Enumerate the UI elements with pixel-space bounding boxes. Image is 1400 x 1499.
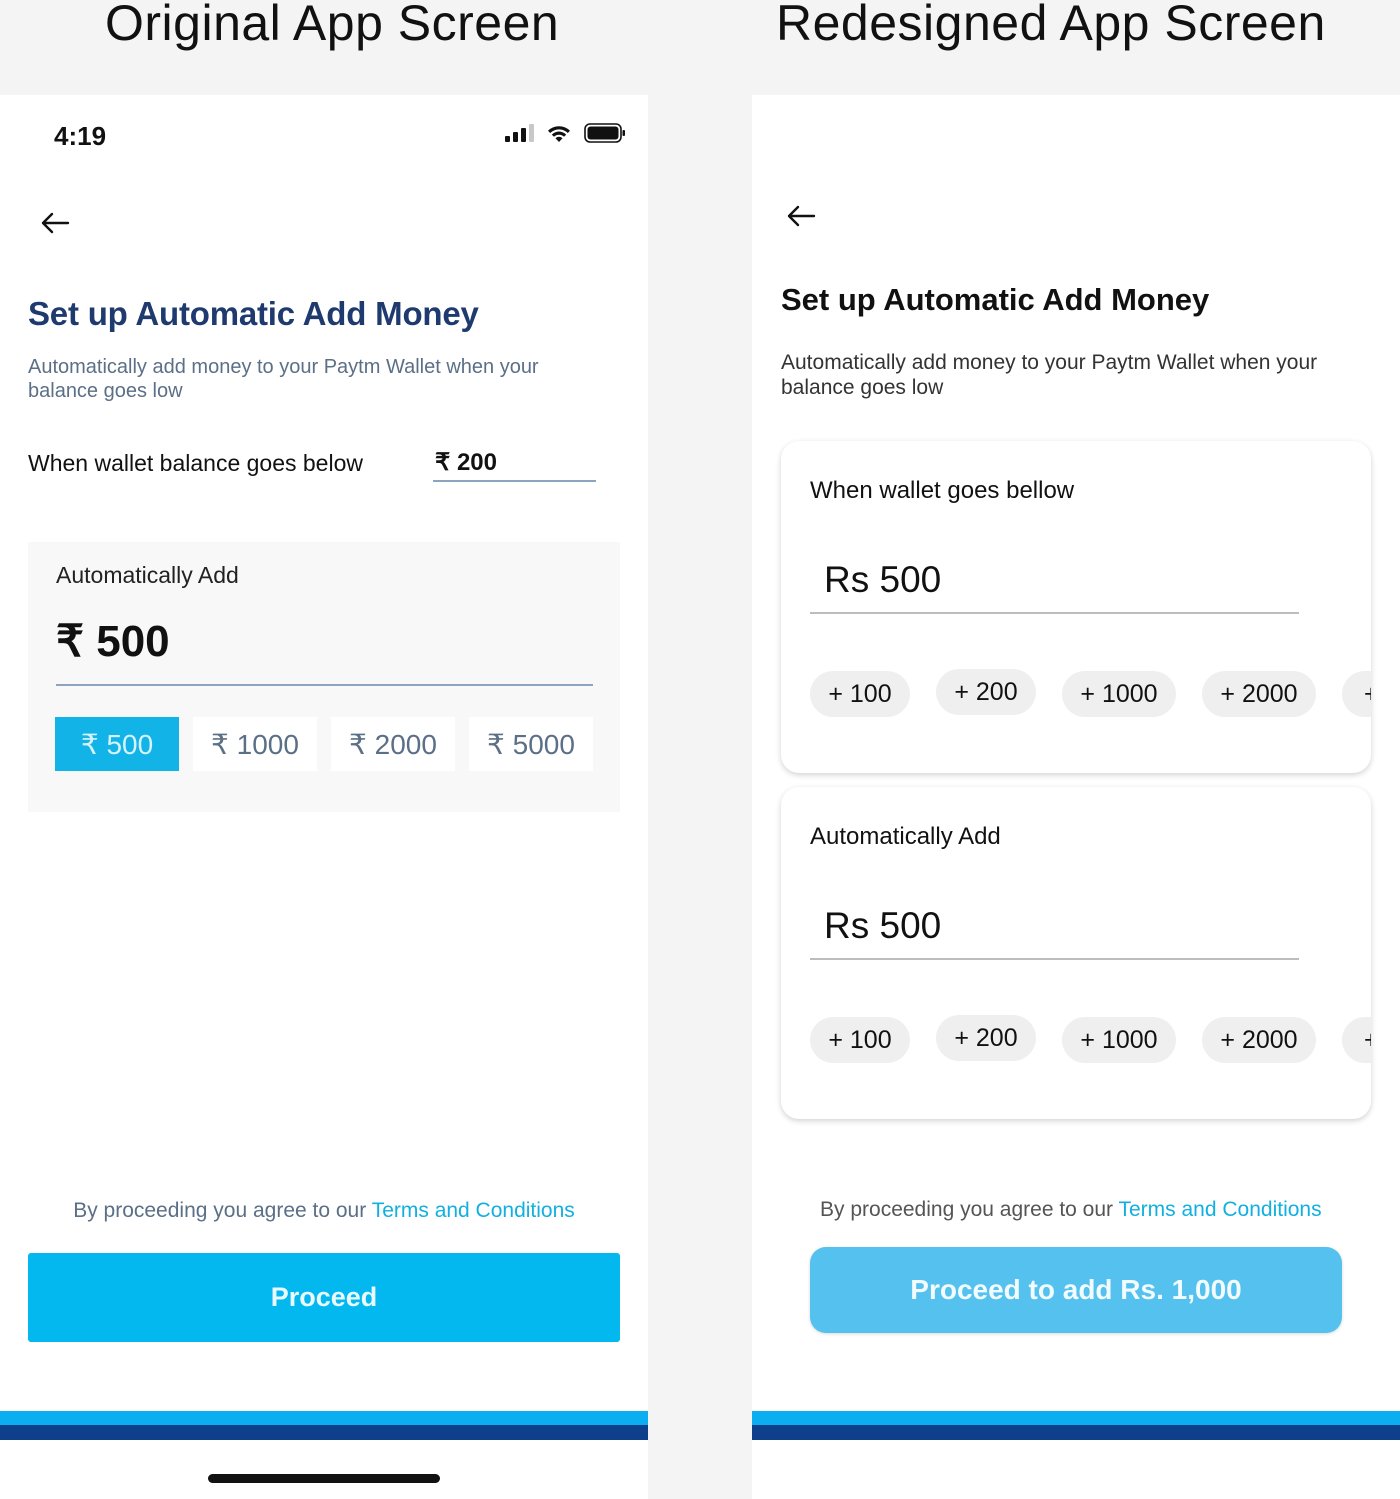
- increment-chip-more[interactable]: +: [1342, 671, 1371, 717]
- auto-add-label: Automatically Add: [56, 562, 239, 588]
- page-title: Set up Automatic Add Money: [28, 295, 479, 332]
- amount-chip-500[interactable]: ₹ 500: [55, 717, 179, 771]
- amount-chip-2000[interactable]: ₹ 2000: [331, 717, 455, 771]
- amount-chip-1000[interactable]: ₹ 1000: [193, 717, 317, 771]
- terms-text: By proceeding you agree to our Terms and…: [0, 1199, 648, 1223]
- wifi-icon: [548, 126, 570, 142]
- threshold-input[interactable]: Rs 500: [810, 559, 1299, 614]
- back-button[interactable]: [784, 201, 818, 231]
- amount-chips: ₹ 500 ₹ 1000 ₹ 2000 ₹ 5000: [55, 717, 593, 771]
- threshold-input[interactable]: ₹ 200: [433, 442, 596, 482]
- back-button[interactable]: [38, 208, 72, 238]
- back-arrow-icon: [41, 212, 70, 234]
- threshold-card: When wallet goes bellow Rs 500 + 100 + 2…: [781, 441, 1371, 773]
- auto-add-panel: Automatically Add ₹ 500 ₹ 500 ₹ 1000 ₹ 2…: [28, 542, 620, 812]
- increment-chip-200[interactable]: + 200: [936, 1015, 1036, 1061]
- increment-chip-200[interactable]: + 200: [936, 669, 1036, 715]
- auto-add-chips: + 100 + 200 + 1000 + 2000 +: [810, 1015, 1371, 1063]
- footer-band-light: [752, 1411, 1400, 1425]
- cellular-signal-icon: [505, 124, 534, 142]
- footer-band-light: [0, 1411, 648, 1425]
- status-icons: [505, 123, 626, 143]
- terms-link[interactable]: Terms and Conditions: [1119, 1198, 1322, 1221]
- page-description: Automatically add money to your Paytm Wa…: [28, 356, 539, 402]
- back-arrow-icon: [787, 205, 816, 227]
- footer-band-dark: [0, 1425, 648, 1440]
- home-indicator[interactable]: [208, 1474, 440, 1483]
- page-title: Set up Automatic Add Money: [781, 282, 1210, 317]
- footer-band-dark: [752, 1425, 1400, 1440]
- threshold-label: When wallet balance goes below: [28, 450, 363, 476]
- terms-prefix: By proceeding you agree to our: [73, 1199, 367, 1222]
- proceed-to-add-button[interactable]: Proceed to add Rs. 1,000: [810, 1247, 1342, 1333]
- increment-chip-2000[interactable]: + 2000: [1202, 1017, 1316, 1063]
- original-heading: Original App Screen: [105, 0, 560, 51]
- increment-chip-100[interactable]: + 100: [810, 671, 910, 717]
- page-description: Automatically add money to your Paytm Wa…: [781, 351, 1318, 399]
- terms-text: By proceeding you agree to our Terms and…: [752, 1198, 1400, 1222]
- auto-add-label: Automatically Add: [810, 823, 1001, 850]
- redesign-heading: Redesigned App Screen: [776, 0, 1326, 51]
- terms-link[interactable]: Terms and Conditions: [372, 1199, 575, 1222]
- amount-chip-5000[interactable]: ₹ 5000: [469, 717, 593, 771]
- auto-add-card: Automatically Add Rs 500 + 100 + 200 + 1…: [781, 787, 1371, 1119]
- threshold-chips: + 100 + 200 + 1000 + 2000 +: [810, 669, 1371, 717]
- proceed-button[interactable]: Proceed: [28, 1253, 620, 1342]
- battery-icon: [584, 123, 625, 143]
- increment-chip-100[interactable]: + 100: [810, 1017, 910, 1063]
- status-time: 4:19: [54, 121, 107, 151]
- increment-chip-1000[interactable]: + 1000: [1062, 1017, 1176, 1063]
- increment-chip-more[interactable]: +: [1342, 1017, 1371, 1063]
- terms-prefix: By proceeding you agree to our: [820, 1198, 1114, 1221]
- redesign-screen: Set up Automatic Add Money Automatically…: [752, 95, 1400, 1499]
- auto-add-amount-input[interactable]: Rs 500: [810, 905, 1299, 960]
- original-screen: 4:19 Set up Automatic Add Money Automati…: [0, 95, 648, 1499]
- auto-add-amount-input[interactable]: ₹ 500: [56, 614, 593, 686]
- increment-chip-1000[interactable]: + 1000: [1062, 671, 1176, 717]
- increment-chip-2000[interactable]: + 2000: [1202, 671, 1316, 717]
- threshold-label: When wallet goes bellow: [810, 477, 1075, 504]
